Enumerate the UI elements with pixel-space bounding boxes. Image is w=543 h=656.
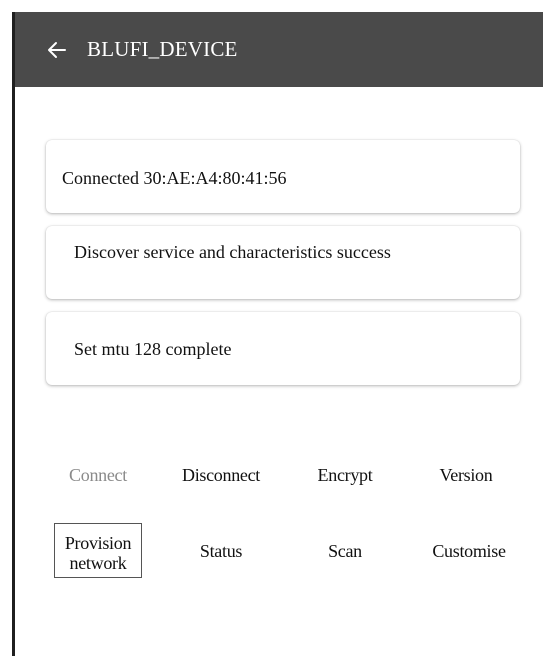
version-button[interactable]: Version [424, 465, 508, 486]
status-button[interactable]: Status [179, 541, 263, 562]
message-card: Discover service and characteristics suc… [46, 226, 520, 299]
app-bar: BLUFI_DEVICE [15, 12, 543, 87]
message-text: Set mtu 128 complete [74, 339, 232, 359]
top-border [0, 0, 543, 12]
app-title: BLUFI_DEVICE [87, 37, 238, 61]
provision-network-button[interactable]: Provision network [54, 523, 142, 578]
scan-button[interactable]: Scan [305, 541, 385, 562]
message-text: Discover service and characteristics suc… [74, 242, 391, 262]
customise-button[interactable]: Customise [419, 541, 519, 562]
content-area: Connected 30:AE:A4:80:41:56 Discover ser… [15, 87, 543, 656]
connect-button[interactable]: Connect [57, 465, 139, 486]
arrow-left-icon[interactable] [43, 36, 71, 64]
message-card: Connected 30:AE:A4:80:41:56 [46, 140, 520, 213]
disconnect-button[interactable]: Disconnect [173, 465, 269, 486]
message-card: Set mtu 128 complete [46, 312, 520, 385]
app-frame: BLUFI_DEVICE Connected 30:AE:A4:80:41:56… [0, 0, 543, 656]
encrypt-button[interactable]: Encrypt [301, 465, 389, 486]
message-text: Connected 30:AE:A4:80:41:56 [62, 168, 287, 188]
